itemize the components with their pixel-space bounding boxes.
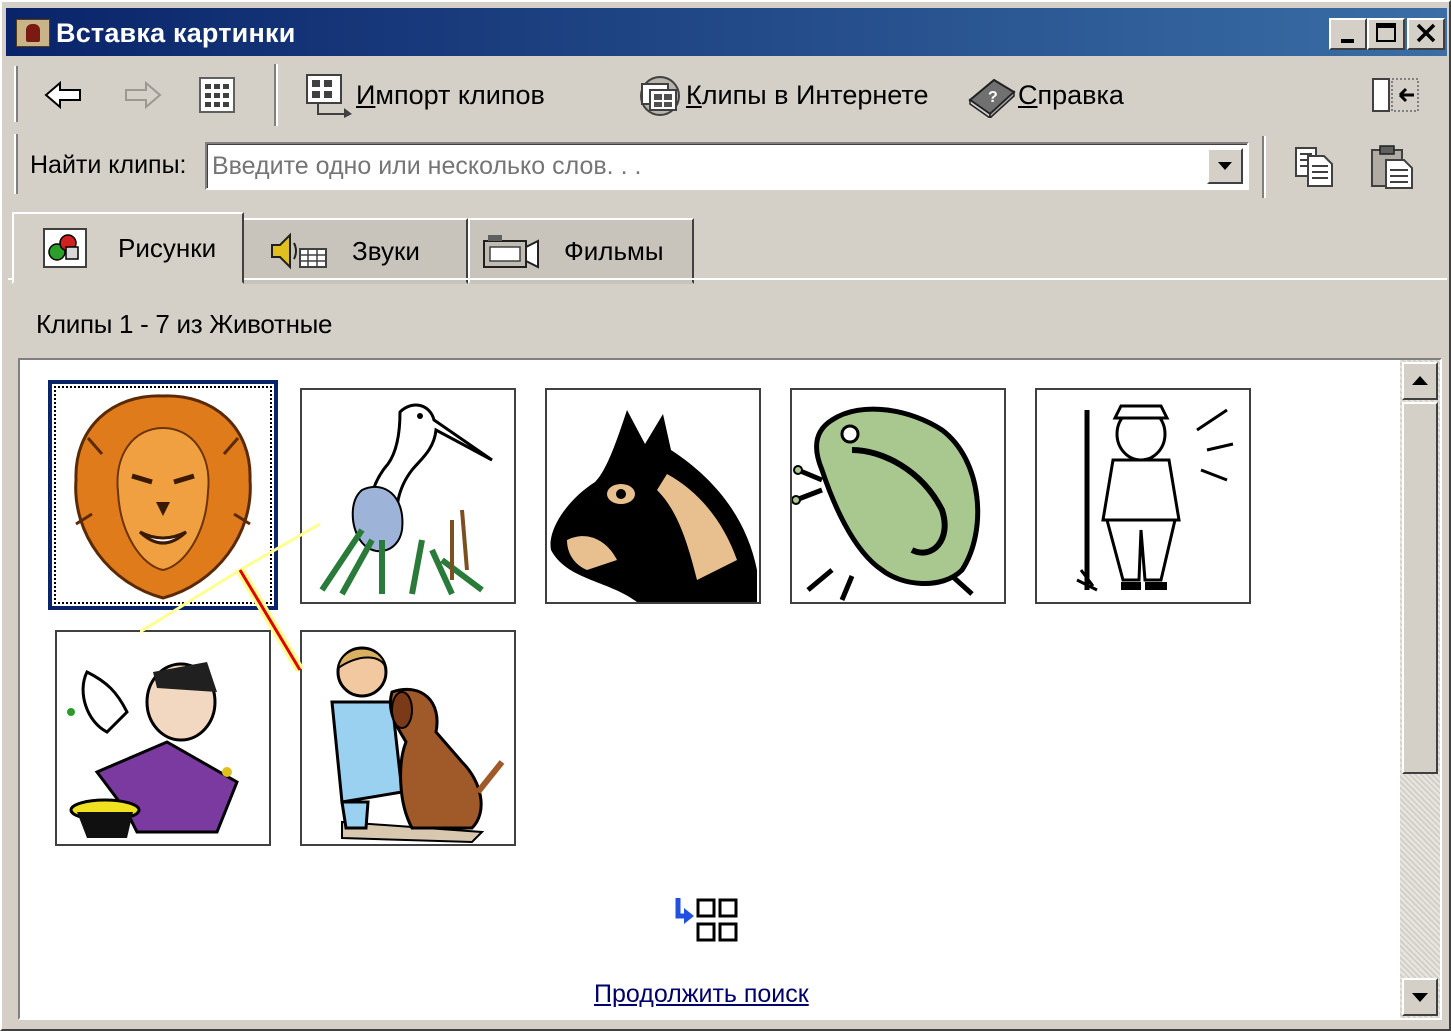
window-title: Вставка картинки — [56, 18, 296, 48]
continue-search-icon — [675, 898, 738, 942]
annotation-callout — [140, 522, 321, 673]
close-button[interactable] — [1407, 18, 1445, 50]
search-separator — [1262, 136, 1266, 198]
toolbar-separator — [274, 64, 278, 126]
search-dropdown-button[interactable] — [1207, 148, 1243, 184]
import-clips-button[interactable]: Импорт клипов — [304, 72, 545, 118]
close-icon — [1416, 23, 1436, 43]
clip-farmer[interactable] — [1035, 388, 1251, 604]
tab-movies-label: Фильмы — [564, 235, 664, 266]
chevron-up-icon — [1412, 376, 1428, 385]
maximize-button[interactable] — [1367, 18, 1405, 50]
forward-button[interactable] — [120, 76, 164, 114]
tab-pictures[interactable]: Рисунки — [12, 212, 244, 284]
clips-online-label: Клипы в Интернете — [686, 80, 928, 111]
farmer-clipart — [1076, 404, 1234, 592]
search-label: Найти клипы: — [30, 151, 187, 179]
clips-online-button[interactable]: Клипы в Интернете — [634, 72, 928, 118]
help-accesskey: С — [1018, 79, 1038, 110]
help-label-rest: правка — [1037, 79, 1124, 110]
import-clips-label: Импорт клипов — [356, 80, 545, 111]
clips-online-icon — [640, 76, 680, 116]
search-grip[interactable] — [14, 134, 18, 194]
change-view-button[interactable] — [1370, 76, 1420, 116]
movies-icon — [483, 235, 539, 269]
chevron-down-icon — [1218, 162, 1232, 170]
title-bar[interactable]: Вставка картинки — [6, 8, 1447, 56]
clip-horse[interactable] — [545, 388, 761, 604]
copy-button[interactable] — [1292, 144, 1338, 190]
continue-search-button[interactable] — [670, 894, 744, 957]
horse-clipart — [550, 410, 757, 602]
frog-clipart — [792, 406, 981, 601]
minimize-button[interactable] — [1329, 18, 1367, 50]
grid-view-icon — [199, 77, 235, 113]
maximize-icon — [1376, 23, 1396, 42]
help-book-icon: ? — [968, 78, 1016, 118]
forward-arrow-icon — [125, 80, 162, 110]
tab-pictures-label: Рисунки — [118, 232, 217, 263]
back-button[interactable] — [42, 76, 86, 114]
search-input[interactable] — [212, 148, 1202, 184]
insert-clipart-window: Вставка картинки Импорт клипов Клипы в И… — [0, 0, 1451, 1031]
search-combobox[interactable] — [205, 142, 1249, 190]
clip-frog[interactable] — [790, 388, 1006, 604]
minimize-icon — [1341, 39, 1354, 43]
results-count: Клипы 1 - 7 из Животные — [36, 309, 333, 339]
results-pane[interactable]: Продолжить поиск — [18, 358, 1442, 1020]
import-clips-icon — [306, 74, 352, 118]
back-arrow-icon — [44, 80, 81, 110]
app-icon[interactable] — [16, 19, 50, 47]
sounds-icon — [271, 232, 327, 270]
view-button[interactable] — [196, 74, 240, 116]
copy-icon — [1295, 147, 1333, 187]
scroll-thumb[interactable] — [1402, 402, 1438, 774]
continue-search-link[interactable]: Продолжить поиск — [594, 980, 809, 1009]
help-button[interactable]: ? Справка — [966, 72, 1124, 118]
svg-text:?: ? — [988, 89, 998, 106]
import-clips-label-rest: мпорт клипов — [375, 79, 545, 110]
pictures-icon — [43, 228, 87, 268]
tab-sounds[interactable]: Звуки — [242, 218, 468, 284]
tab-sounds-label: Звуки — [352, 235, 420, 266]
paste-button[interactable] — [1368, 142, 1416, 190]
tab-movies[interactable]: Фильмы — [468, 218, 694, 284]
paste-icon — [1371, 145, 1413, 189]
clips-online-accesskey: К — [686, 79, 702, 110]
chevron-down-icon — [1412, 993, 1428, 1002]
toolbar-grip[interactable] — [14, 66, 18, 122]
scroll-down-button[interactable] — [1402, 978, 1438, 1016]
clips-online-label-rest: липы в Интернете — [701, 79, 929, 110]
change-view-icon — [1372, 78, 1419, 112]
vertical-scrollbar[interactable] — [1400, 360, 1440, 1018]
scroll-up-button[interactable] — [1402, 362, 1438, 400]
help-label: Справка — [1018, 80, 1124, 111]
import-clips-accesskey: И — [356, 79, 376, 110]
